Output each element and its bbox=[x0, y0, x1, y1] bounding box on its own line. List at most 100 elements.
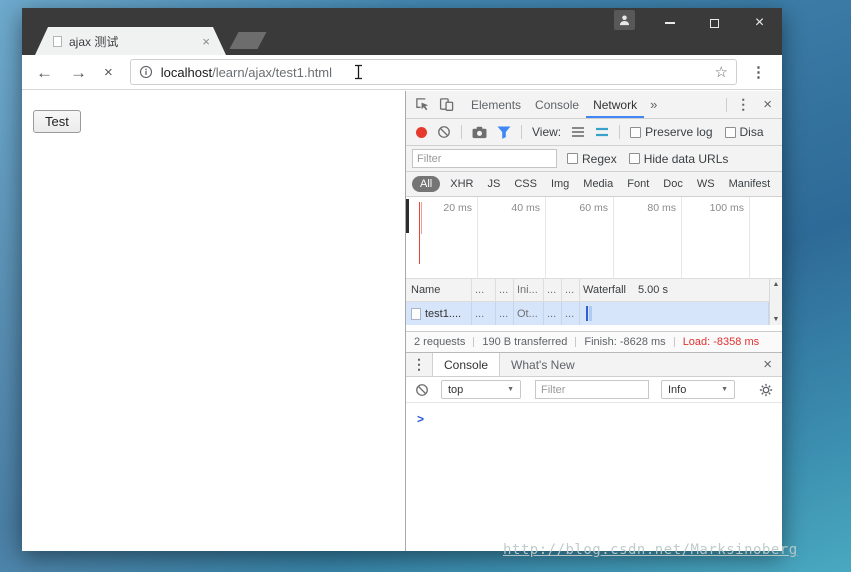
omnibox[interactable]: localhost/learn/ajax/test1.html ☆ bbox=[130, 59, 737, 85]
filter-pill-img[interactable]: Img bbox=[547, 176, 573, 192]
devtools-panel: Elements Console Network » ⋮ × bbox=[405, 91, 782, 551]
column-initiator[interactable]: Ini... bbox=[514, 279, 544, 301]
preserve-log-checkbox[interactable] bbox=[630, 127, 641, 138]
console-settings-gear-icon[interactable] bbox=[759, 383, 773, 397]
maximize-button[interactable] bbox=[692, 8, 737, 38]
network-summary-bar: 2 requests 190 B transferred Finish: -86… bbox=[406, 331, 782, 352]
test-button[interactable]: Test bbox=[33, 110, 81, 133]
filter-pill-other[interactable]: Other bbox=[780, 176, 782, 192]
column-waterfall[interactable]: Waterfall 5.00 s bbox=[580, 279, 769, 301]
disable-cache-checkbox[interactable] bbox=[725, 127, 736, 138]
clear-icon[interactable] bbox=[437, 125, 451, 139]
drawer-close-icon[interactable]: × bbox=[759, 356, 782, 373]
column-5[interactable]: ... bbox=[544, 279, 562, 301]
summary-load: Load: -8358 ms bbox=[683, 336, 759, 348]
log-level-select[interactable]: Info ▼ bbox=[661, 380, 735, 399]
hide-data-urls-checkbox[interactable] bbox=[629, 153, 640, 164]
devtools-close-icon[interactable]: × bbox=[759, 96, 782, 113]
drawer-menu-icon[interactable]: ⋮ bbox=[406, 356, 432, 373]
gridline bbox=[749, 197, 750, 278]
console-body[interactable]: > bbox=[406, 403, 782, 551]
address-bar: ← → × localhost/learn/ajax/test1.html ☆ … bbox=[22, 55, 782, 90]
divider bbox=[575, 337, 576, 347]
minimize-button[interactable] bbox=[647, 8, 692, 38]
network-filter-input[interactable] bbox=[412, 149, 557, 168]
document-icon bbox=[411, 308, 421, 320]
close-icon: × bbox=[755, 15, 764, 31]
regex-checkbox[interactable] bbox=[567, 153, 578, 164]
divider bbox=[674, 337, 675, 347]
request-row[interactable]: test1.... ... ... Ot... ... ... bbox=[406, 302, 782, 325]
profile-avatar[interactable] bbox=[614, 10, 635, 30]
stop-icon[interactable]: × bbox=[104, 65, 113, 80]
column-3[interactable]: ... bbox=[496, 279, 514, 301]
drawer-tab-console[interactable]: Console bbox=[432, 353, 500, 376]
record-icon[interactable] bbox=[416, 127, 427, 138]
hide-data-urls-label: Hide data URLs bbox=[644, 152, 729, 166]
timeline-tick: 100 ms bbox=[684, 202, 744, 214]
waterfall-bar bbox=[586, 306, 588, 321]
divider bbox=[619, 125, 620, 139]
drawer-tab-whats-new[interactable]: What's New bbox=[500, 353, 586, 376]
browser-menu-icon[interactable]: ⋮ bbox=[751, 63, 766, 81]
back-icon[interactable]: ← bbox=[36, 64, 53, 81]
tab-console[interactable]: Console bbox=[528, 91, 586, 118]
devtools-menu-icon[interactable]: ⋮ bbox=[727, 96, 759, 113]
column-6[interactable]: ... bbox=[562, 279, 580, 301]
url-host: localhost bbox=[161, 65, 212, 80]
gridline bbox=[545, 197, 546, 278]
console-filter-input[interactable] bbox=[535, 380, 649, 399]
browser-window: ajax 测试 × × ← → × localhost/learn/ajax/t… bbox=[22, 8, 782, 551]
filter-pill-css[interactable]: CSS bbox=[510, 176, 541, 192]
inspect-element-icon[interactable] bbox=[415, 97, 430, 112]
small-rows-icon[interactable] bbox=[571, 126, 585, 138]
filter-pill-ws[interactable]: WS bbox=[693, 176, 719, 192]
table-header-row: Name ... ... Ini... ... ... Waterfall 5.… bbox=[406, 279, 782, 302]
close-window-button[interactable]: × bbox=[737, 8, 782, 38]
device-toolbar-icon[interactable] bbox=[439, 97, 454, 112]
tab-network[interactable]: Network bbox=[586, 91, 644, 118]
page-info-icon[interactable] bbox=[139, 65, 153, 79]
scroll-down-icon[interactable]: ▼ bbox=[773, 316, 780, 323]
more-tabs-icon[interactable]: » bbox=[650, 97, 657, 112]
browser-tab[interactable]: ajax 测试 × bbox=[35, 27, 226, 55]
filter-funnel-icon[interactable] bbox=[497, 126, 511, 139]
preserve-log-label: Preserve log bbox=[645, 125, 712, 139]
tab-close-icon[interactable]: × bbox=[202, 35, 210, 48]
tab-elements[interactable]: Elements bbox=[464, 91, 528, 118]
scroll-up-icon[interactable]: ▲ bbox=[773, 281, 780, 288]
filter-pill-xhr[interactable]: XHR bbox=[446, 176, 477, 192]
execution-context-select[interactable]: top ▼ bbox=[441, 380, 521, 399]
divider bbox=[521, 125, 522, 139]
request-cell: ... bbox=[496, 302, 514, 325]
url-path: /learn/ajax/test1.html bbox=[212, 65, 332, 80]
maximize-icon bbox=[710, 19, 719, 28]
network-filter-bar: Regex Hide data URLs bbox=[406, 146, 782, 172]
filter-pill-all[interactable]: All bbox=[412, 176, 440, 192]
column-name[interactable]: Name bbox=[406, 279, 472, 301]
column-2[interactable]: ... bbox=[472, 279, 496, 301]
gridline bbox=[613, 197, 614, 278]
screenshot-camera-icon[interactable] bbox=[472, 126, 487, 139]
forward-icon[interactable]: → bbox=[70, 64, 87, 81]
chevron-down-icon: ▼ bbox=[507, 386, 514, 393]
timeline-event-marker bbox=[419, 202, 420, 264]
requests-table: Name ... ... Ini... ... ... Waterfall 5.… bbox=[406, 279, 782, 325]
filter-pill-manifest[interactable]: Manifest bbox=[725, 176, 775, 192]
request-waterfall-cell bbox=[580, 302, 769, 325]
titlebar[interactable]: ajax 测试 × × bbox=[22, 8, 782, 55]
bookmark-star-icon[interactable]: ☆ bbox=[715, 65, 728, 80]
filter-pill-doc[interactable]: Doc bbox=[659, 176, 687, 192]
summary-transferred: 190 B transferred bbox=[482, 336, 567, 348]
request-name: test1.... bbox=[425, 308, 461, 320]
large-rows-icon[interactable] bbox=[595, 126, 609, 138]
filter-pill-js[interactable]: JS bbox=[483, 176, 504, 192]
console-clear-icon[interactable] bbox=[415, 383, 429, 397]
filter-pill-media[interactable]: Media bbox=[579, 176, 617, 192]
waterfall-bar bbox=[589, 306, 592, 321]
filter-pill-font[interactable]: Font bbox=[623, 176, 653, 192]
tab-favicon-icon bbox=[53, 36, 62, 47]
new-tab-button[interactable] bbox=[229, 32, 266, 49]
level-value: Info bbox=[668, 384, 686, 396]
table-scrollbar[interactable]: ▲ ▼ bbox=[769, 279, 782, 325]
